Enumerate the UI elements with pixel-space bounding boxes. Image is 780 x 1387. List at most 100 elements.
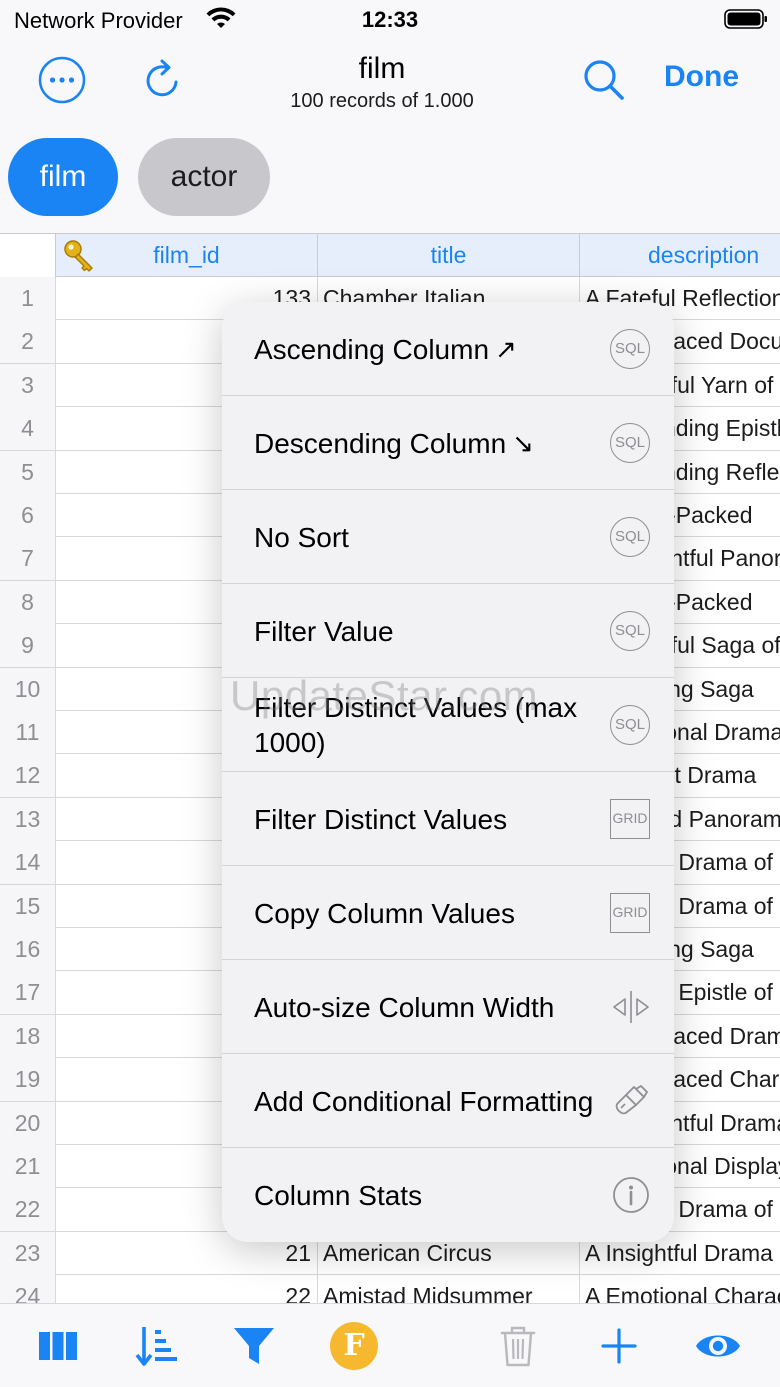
sql-badge-icon: SQL [610, 517, 652, 557]
filter-icon[interactable] [230, 1322, 278, 1370]
paintbrush-icon [610, 1081, 652, 1121]
bottom-toolbar: F [0, 1303, 780, 1387]
grid-badge-icon: GRID [610, 799, 652, 839]
battery-icon [724, 9, 767, 29]
arrow-up-right-icon: ↗ [495, 333, 517, 364]
sql-badge-icon: SQL [610, 423, 652, 463]
menu-item-text: Add Conditional Formatting [254, 1085, 594, 1117]
sql-badge-text: SQL [610, 329, 650, 369]
table-selector: film actor [0, 135, 780, 233]
menu-item[interactable]: Filter Value SQL [222, 584, 674, 678]
done-button[interactable]: Done [664, 60, 739, 94]
status-bar: Network Provider 12:33 [0, 0, 780, 40]
column-context-menu: Ascending Column ↗ SQL Descending Column ↘ SQ… [222, 302, 674, 1242]
record-count: 100 records of 1.000 [290, 90, 474, 112]
menu-item[interactable]: Descending Column ↘ SQL [222, 396, 674, 490]
add-icon[interactable] [595, 1322, 643, 1370]
menu-item-text: Auto-size Column Width [254, 991, 555, 1023]
watermark: UpdateStar.com [230, 672, 539, 719]
menu-item-label: Column Stats [254, 1148, 604, 1242]
menu-item-label: Copy Column Values [254, 866, 604, 960]
row-number: 10 [0, 667, 56, 711]
menu-item[interactable]: No Sort SQL [222, 490, 674, 584]
row-number: 11 [0, 711, 56, 754]
grid-header: film_id title description [0, 233, 780, 277]
row-number: 7 [0, 537, 56, 581]
row-number: 20 [0, 1101, 56, 1145]
row-number: 1 [0, 277, 56, 320]
tab-actor[interactable]: actor [138, 138, 270, 216]
row-number: 8 [0, 580, 56, 624]
menu-item[interactable]: Filter Distinct Values GRID [222, 772, 674, 866]
row-number: 17 [0, 971, 56, 1015]
cell-title[interactable]: Amistad Midsummer [318, 1275, 580, 1303]
menu-item[interactable]: Auto-size Column Width [222, 960, 674, 1054]
row-number: 15 [0, 884, 56, 928]
row-number: 3 [0, 363, 56, 407]
row-number: 6 [0, 494, 56, 537]
header-corner [0, 234, 56, 277]
column-header-title[interactable]: title [318, 234, 580, 277]
row-number: 23 [0, 1231, 56, 1275]
sql-badge-icon: SQL [610, 329, 652, 369]
columns-icon[interactable] [34, 1322, 82, 1370]
menu-item-label: Descending Column ↘ [254, 396, 604, 490]
row-number: 16 [0, 928, 56, 971]
menu-item-text: Copy Column Values [254, 897, 515, 929]
menu-item-label: No Sort [254, 490, 604, 584]
menu-item-text: No Sort [254, 521, 349, 553]
row-number: 21 [0, 1145, 56, 1188]
arrow-down-right-icon: ↘ [512, 427, 534, 458]
menu-item-text: Descending Column [254, 427, 507, 459]
tab-film[interactable]: film [8, 138, 118, 216]
row-number: 22 [0, 1188, 56, 1232]
sort-icon[interactable] [133, 1322, 181, 1370]
row-number: 18 [0, 1014, 56, 1058]
resize-column-icon [610, 987, 652, 1027]
menu-item[interactable]: Column Stats [222, 1148, 674, 1242]
column-header-description[interactable]: description [580, 234, 780, 277]
navigation-bar: film 100 records of 1.000 Done [0, 40, 780, 135]
sql-badge-text: SQL [610, 611, 650, 651]
grid-badge-text: GRID [610, 799, 650, 839]
column-header-film-id[interactable]: film_id [56, 234, 318, 277]
menu-item-label: Filter Value [254, 584, 604, 678]
cell-description[interactable]: A Emotional Character [580, 1275, 780, 1303]
sql-badge-text: SQL [610, 517, 650, 557]
formula-icon[interactable]: F [330, 1322, 378, 1370]
screen: Network Provider 12:33 film 100 records … [0, 0, 780, 1387]
page-title: film [358, 52, 406, 85]
row-number: 12 [0, 754, 56, 798]
sql-badge-text: SQL [610, 423, 650, 463]
menu-item-text: Filter Distinct Values [254, 803, 508, 835]
row-number: 9 [0, 624, 56, 668]
row-number: 5 [0, 450, 56, 494]
sql-badge-icon: SQL [610, 705, 652, 745]
cell-film-id[interactable]: 22 [56, 1275, 318, 1303]
menu-item-label: Ascending Column ↗ [254, 302, 604, 396]
sql-badge-icon: SQL [610, 611, 652, 651]
table-row[interactable]: 2422Amistad MidsummerA Emotional Charact… [0, 1275, 780, 1303]
menu-item-text: Column Stats [254, 1179, 423, 1211]
menu-item-label: Filter Distinct Values [254, 772, 604, 866]
menu-item-label: Add Conditional Formatting [254, 1054, 604, 1148]
menu-item-label: Auto-size Column Width [254, 960, 604, 1054]
menu-item[interactable]: Copy Column Values GRID [222, 866, 674, 960]
trash-icon[interactable] [494, 1322, 542, 1370]
menu-item[interactable]: Add Conditional Formatting [222, 1054, 674, 1148]
grid-badge-text: GRID [610, 893, 650, 933]
menu-item[interactable]: Ascending Column ↗ SQL [222, 302, 674, 396]
menu-item-text: Ascending Column [254, 333, 490, 365]
search-icon[interactable] [582, 58, 626, 102]
row-number: 4 [0, 407, 56, 451]
grid-badge-icon: GRID [610, 893, 652, 933]
row-number: 2 [0, 320, 56, 364]
eye-icon[interactable] [694, 1322, 742, 1370]
clock: 12:33 [361, 7, 419, 32]
menu-item-text: Filter Value [254, 615, 394, 647]
row-number: 13 [0, 797, 56, 841]
row-number: 24 [0, 1275, 56, 1303]
sql-badge-text: SQL [610, 705, 650, 745]
info-icon [610, 1175, 652, 1215]
row-number: 19 [0, 1058, 56, 1102]
